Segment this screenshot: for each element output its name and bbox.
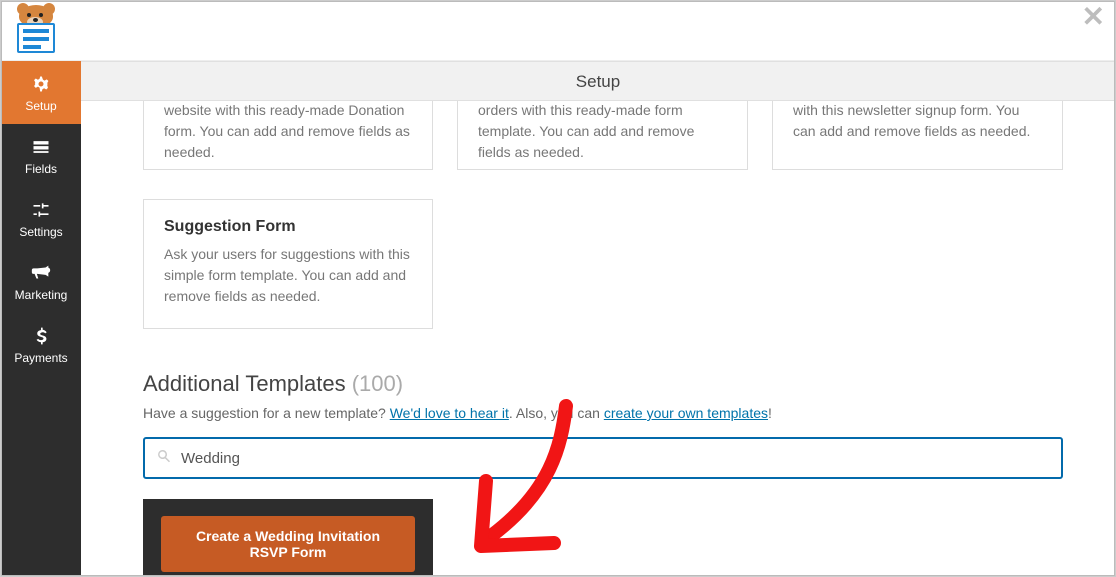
additional-count: (100) (352, 371, 403, 396)
sidebar-item-label: Setup (25, 99, 56, 113)
sidebar-item-label: Settings (19, 225, 62, 239)
template-card-newsletter[interactable]: with this newsletter signup form. You ca… (772, 101, 1063, 170)
sidebar-item-marketing[interactable]: Marketing (1, 250, 81, 313)
bullhorn-icon (30, 262, 52, 284)
gear-icon (30, 73, 52, 95)
create-own-link[interactable]: create your own templates (604, 405, 768, 421)
template-card-donation[interactable]: website with this ready-made Donation fo… (143, 101, 433, 170)
wpforms-logo (7, 5, 67, 57)
additional-heading-text: Additional Templates (143, 371, 346, 396)
template-result-card: Create a Wedding Invitation RSVP Form (143, 499, 433, 576)
template-search[interactable] (143, 437, 1063, 479)
app-frame: ✕ Setup Setup Fields Settings Mar (0, 0, 1116, 577)
sidebar-item-label: Fields (25, 162, 57, 176)
additional-subtext: Have a suggestion for a new template? We… (143, 405, 772, 421)
template-card-title: Suggestion Form (164, 218, 412, 236)
sidebar-item-label: Marketing (15, 288, 68, 302)
sidebar: Setup Fields Settings Marketing Payments (1, 61, 81, 576)
sliders-icon (30, 199, 52, 221)
content-area: website with this ready-made Donation fo… (81, 101, 1115, 576)
close-icon[interactable]: ✕ (1082, 3, 1105, 31)
search-input[interactable] (181, 450, 1051, 467)
sidebar-item-settings[interactable]: Settings (1, 187, 81, 250)
additional-templates-heading: Additional Templates (100) (143, 371, 403, 397)
page-title: Setup (81, 61, 1115, 101)
template-card-desc: website with this ready-made Donation fo… (164, 101, 412, 163)
sidebar-item-setup[interactable]: Setup (1, 61, 81, 124)
template-card-desc: with this newsletter signup form. You ca… (793, 101, 1042, 142)
create-template-button[interactable]: Create a Wedding Invitation RSVP Form (161, 516, 415, 572)
template-card-desc: orders with this ready-made form templat… (478, 101, 727, 163)
suggestion-link[interactable]: We'd love to hear it (390, 405, 509, 421)
dollar-icon (30, 325, 52, 347)
template-card-desc: Ask your users for suggestions with this… (164, 244, 412, 307)
sidebar-item-label: Payments (14, 351, 67, 365)
sidebar-item-payments[interactable]: Payments (1, 313, 81, 376)
topbar: ✕ (1, 1, 1115, 61)
sidebar-item-fields[interactable]: Fields (1, 124, 81, 187)
search-icon (155, 447, 173, 470)
template-card-order[interactable]: orders with this ready-made form templat… (457, 101, 748, 170)
template-card-suggestion[interactable]: Suggestion Form Ask your users for sugge… (143, 199, 433, 329)
fields-icon (30, 136, 52, 158)
